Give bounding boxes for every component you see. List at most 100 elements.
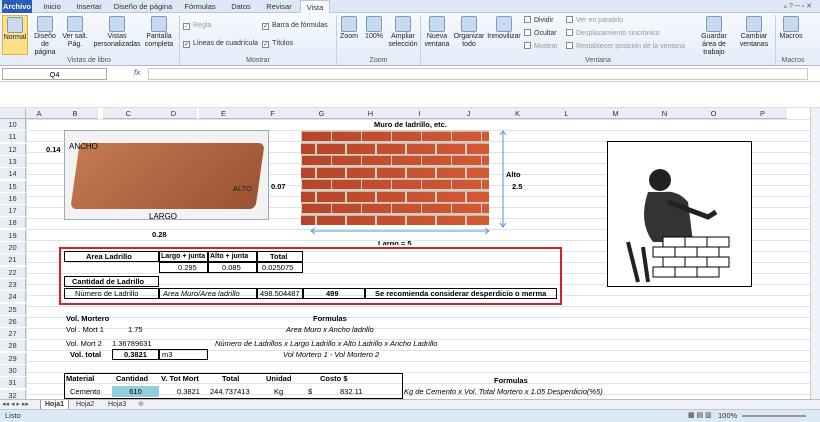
- column-header[interactable]: G: [297, 108, 346, 119]
- area-total-value[interactable]: 0.025075: [262, 262, 293, 273]
- cantidad-ladrillo-header[interactable]: Cantidad de Ladrillo: [72, 276, 144, 287]
- select-all-corner[interactable]: [0, 108, 26, 119]
- vtot-header[interactable]: V. Tot Mort: [161, 373, 199, 384]
- zoom-button[interactable]: Zoom: [338, 15, 360, 55]
- vol-total-value[interactable]: 0.3821: [124, 349, 147, 360]
- cantidad-header[interactable]: Cantidad: [116, 373, 148, 384]
- row-header[interactable]: 29: [0, 352, 26, 364]
- column-header[interactable]: P: [738, 108, 787, 119]
- row-header[interactable]: 26: [0, 315, 26, 327]
- row-header[interactable]: 19: [0, 229, 26, 241]
- row-header[interactable]: 22: [0, 266, 26, 278]
- tab-vista[interactable]: Vista: [300, 0, 330, 13]
- side-by-side-button[interactable]: Ver en paralelo: [566, 16, 623, 26]
- zoom-slider[interactable]: [742, 415, 806, 417]
- column-header[interactable]: I: [395, 108, 444, 119]
- recommendation-text[interactable]: Se recomienda considerar desperdicio o m…: [375, 288, 546, 299]
- row-header[interactable]: 17: [0, 205, 26, 217]
- formula-bar-checkbox[interactable]: ✓ Barra de fórmulas: [262, 21, 328, 31]
- tab-revisar[interactable]: Revisar: [262, 0, 296, 13]
- row-header[interactable]: 10: [0, 119, 26, 130]
- vol-mort1-value[interactable]: 1.75: [128, 324, 143, 335]
- freeze-panes-button[interactable]: Inmovilizar: [486, 15, 522, 55]
- switch-windows-button[interactable]: Cambiar ventanas: [736, 15, 772, 55]
- vol-mort1-formula[interactable]: Area Muro x Ancho ladrillo: [286, 324, 374, 335]
- vertical-scrollbar[interactable]: [810, 108, 820, 399]
- column-header[interactable]: E: [199, 108, 248, 119]
- unhide-button[interactable]: Mostrar: [524, 42, 558, 52]
- tab-datos[interactable]: Datos: [226, 0, 256, 13]
- gridlines-checkbox[interactable]: ✓ Líneas de cuadrícula: [183, 39, 258, 49]
- tab-inicio[interactable]: Inicio: [38, 0, 66, 13]
- vol-mort2-value[interactable]: 1.36789631: [112, 338, 152, 349]
- vol-total-label[interactable]: Vol. total: [70, 349, 101, 360]
- column-header[interactable]: N: [640, 108, 689, 119]
- column-header[interactable]: J: [444, 108, 493, 119]
- material-header[interactable]: Material: [66, 373, 94, 384]
- new-sheet-icon[interactable]: ⊕: [138, 400, 144, 408]
- cemento-cantidad[interactable]: 610: [112, 386, 159, 397]
- reset-position-button[interactable]: Restablecer posición de la ventana: [566, 42, 685, 52]
- page-break-view-button[interactable]: Ver salt. Pág.: [61, 15, 89, 55]
- tab-archivo[interactable]: Archivo: [2, 0, 32, 13]
- row-header[interactable]: 16: [0, 192, 26, 204]
- new-window-button[interactable]: Nueva ventana: [422, 15, 452, 55]
- row-header[interactable]: 27: [0, 328, 26, 340]
- fx-icon[interactable]: fx: [134, 68, 140, 77]
- area-formula-text[interactable]: Area Muro/Area ladrillo: [163, 288, 240, 299]
- normal-view-button[interactable]: Normal: [2, 15, 28, 55]
- zoom-level[interactable]: 100%: [718, 410, 737, 422]
- alto-junta-header[interactable]: Alto + junta: [210, 251, 248, 262]
- column-header[interactable]: B: [52, 108, 98, 119]
- column-header[interactable]: H: [346, 108, 395, 119]
- row-header[interactable]: 31: [0, 377, 26, 389]
- full-screen-button[interactable]: Pantalla completa: [143, 15, 175, 55]
- zoom-100-button[interactable]: 100%: [362, 15, 386, 55]
- row-header[interactable]: 14: [0, 168, 26, 180]
- column-header[interactable]: K: [493, 108, 542, 119]
- cemento-total[interactable]: 244.737413: [210, 386, 250, 397]
- brick-picture[interactable]: ANCHO ALTO LARGO: [64, 130, 269, 221]
- arrange-all-button[interactable]: Organizar todo: [453, 15, 485, 55]
- custom-views-button[interactable]: Vistas personalizadas: [92, 15, 142, 55]
- column-header[interactable]: F: [248, 108, 297, 119]
- split-button[interactable]: Dividir: [524, 16, 553, 26]
- formulas2-header[interactable]: Formulas: [494, 375, 528, 386]
- sync-scroll-button[interactable]: Desplazamiento sincrónico: [566, 29, 660, 39]
- row-header[interactable]: 30: [0, 365, 26, 376]
- ruler-checkbox[interactable]: ✓ Regla: [183, 21, 211, 31]
- tab-insertar[interactable]: Insertar: [72, 0, 106, 13]
- costo-header[interactable]: Costo $: [320, 373, 348, 384]
- row-header[interactable]: 28: [0, 340, 26, 352]
- column-header[interactable]: A: [26, 108, 52, 119]
- vol-mort1-label[interactable]: Vol . Mort 1: [66, 324, 104, 335]
- row-header[interactable]: 23: [0, 278, 26, 290]
- column-header[interactable]: C: [103, 108, 154, 119]
- cemento-formula[interactable]: Kg de Cemento x Vol. Total Mortero x 1.0…: [404, 386, 603, 397]
- vol-mort2-formula[interactable]: Número de Ladrillos x Largo Ladrillo x A…: [215, 338, 437, 349]
- largo-junta-value[interactable]: 0.295: [178, 262, 197, 273]
- zoom-selection-button[interactable]: Ampliar selección: [388, 15, 418, 55]
- sheet-nav-arrows-icon[interactable]: ◂◂ ◂ ▸ ▸▸: [2, 400, 29, 408]
- name-box[interactable]: Q4: [2, 68, 107, 80]
- cemento-vtot[interactable]: 0.3821: [177, 386, 200, 397]
- numero-ladrillo-label[interactable]: Número de Ladrillo: [75, 288, 138, 299]
- page-layout-view-button[interactable]: Diseño de página: [30, 15, 60, 56]
- view-mode-icons[interactable]: ▦ ▤ ▥: [688, 410, 712, 422]
- unidad-header[interactable]: Unidad: [266, 373, 291, 384]
- headings-checkbox[interactable]: ✓ Títulos: [262, 39, 293, 49]
- area-ladrillo-header[interactable]: Area Ladrillo: [86, 251, 132, 262]
- mason-clipart[interactable]: [607, 141, 752, 287]
- tab-formulas[interactable]: Fórmulas: [180, 0, 220, 13]
- cemento-label[interactable]: Cemento: [70, 386, 100, 397]
- column-header[interactable]: L: [542, 108, 591, 119]
- numero-redondeado-value[interactable]: 499: [326, 288, 339, 299]
- largo-junta-header[interactable]: Largo + junta: [161, 251, 205, 262]
- brick-wall-picture[interactable]: [301, 130, 489, 225]
- row-header[interactable]: 15: [0, 180, 26, 192]
- window-controls[interactable]: ▵ ? ─ ▫ ✕: [752, 2, 813, 11]
- numero-ladrillo-value[interactable]: 498.504487: [260, 288, 300, 299]
- row-header[interactable]: 25: [0, 303, 26, 315]
- alto-junta-value[interactable]: 0.085: [222, 262, 241, 273]
- column-header[interactable]: M: [591, 108, 640, 119]
